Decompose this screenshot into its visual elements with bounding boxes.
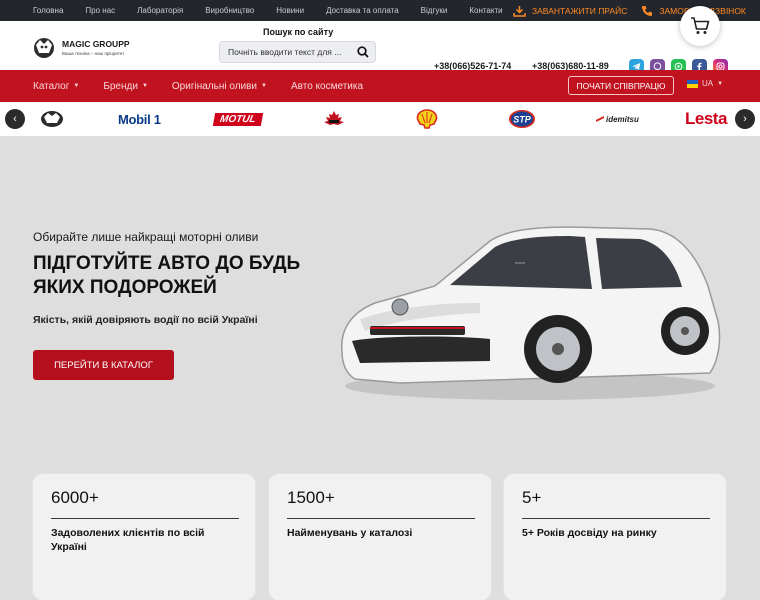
stat-card-clients: 6000+ Задоволених клієнтів по всій Украї…	[33, 474, 255, 600]
ukraine-flag-icon	[687, 79, 698, 88]
search-title: Пошук по сайту	[263, 27, 334, 37]
logo[interactable]: MAGIC GROUPP Ваша техніка – наш пріорите…	[31, 33, 146, 63]
brand-idemitsu[interactable]: idemitsu	[596, 110, 639, 128]
main-nav-bar: Каталог ▼ Бренди ▼ Оригінальні оливи ▼ Авто…	[0, 70, 760, 102]
top-bar: Головна Про нас Лабораторія Виробництво …	[0, 0, 760, 21]
search-box	[219, 41, 376, 63]
top-nav-delivery[interactable]: Доставка та оплата	[326, 6, 399, 15]
stat-number: 5+	[522, 488, 542, 507]
top-nav-home[interactable]: Головна	[33, 6, 63, 15]
stat-number: 6000+	[51, 488, 99, 507]
stat-card-catalog: 1500+ Найменувань у каталозі	[269, 474, 491, 600]
main-nav-catalog[interactable]: Каталог ▼	[33, 81, 79, 92]
chevron-down-icon: ▼	[261, 83, 267, 89]
main-nav-brands-label: Бренди	[103, 80, 138, 92]
top-nav-reviews[interactable]: Відгуки	[421, 6, 448, 15]
go-to-catalog-button[interactable]: ПЕРЕЙТИ В КАТАЛОГ	[33, 350, 174, 380]
stat-divider	[287, 518, 475, 519]
carousel-prev-button[interactable]: ‹	[5, 109, 25, 129]
phone-icon	[642, 5, 653, 16]
brand-idemitsu-label: idemitsu	[606, 114, 639, 124]
top-links: ЗАВАНТАЖИТИ ПРАЙС ЗАМОВИТИ ДЗВІНОК	[513, 0, 760, 21]
search-input[interactable]	[228, 45, 352, 59]
chevron-down-icon: ▼	[717, 80, 724, 87]
search-icon[interactable]	[357, 46, 369, 58]
hero-description: Якість, якій довіряють водії по всій Укр…	[33, 314, 258, 326]
top-nav-contacts[interactable]: Контакти	[469, 6, 502, 15]
stp-logo-icon: STP	[509, 110, 535, 128]
chevron-down-icon: ▼	[141, 83, 148, 89]
hero-section: Обирайте лише найкращі моторні оливи Під…	[0, 136, 760, 600]
brand-mobil[interactable]: Mobil 1	[118, 110, 161, 128]
start-cooperation-button[interactable]: ПОЧАТИ СПІВПРАЦЮ	[568, 76, 674, 95]
logo-emblem-icon	[34, 38, 54, 58]
brand-lesta[interactable]: Lesta	[685, 109, 727, 128]
stat-divider	[51, 518, 239, 519]
brand-shell[interactable]	[415, 109, 439, 129]
top-nav-about[interactable]: Про нас	[85, 6, 115, 15]
main-nav-brands[interactable]: Бренди ▼	[103, 81, 148, 92]
cart-icon	[691, 17, 710, 34]
svg-text:STP: STP	[513, 115, 532, 125]
stat-card-experience: 5+ 5+ Років досвіду на ринку	[504, 474, 726, 600]
top-nav: Головна Про нас Лабораторія Виробництво …	[33, 0, 525, 21]
main-nav-catalog-label: Каталог	[33, 80, 70, 92]
main-nav: Каталог ▼ Бренди ▼ Оригінальні оливи ▼ Авто…	[33, 70, 387, 102]
main-nav-original-oils[interactable]: Оригінальні оливи ▼	[172, 81, 267, 92]
main-nav-original-oils-label: Оригінальні оливи	[171, 80, 258, 92]
top-nav-news[interactable]: Новини	[276, 6, 304, 15]
brand-motul-label: MOTUL	[212, 112, 263, 126]
logo-name: MAGIC GROUPP	[62, 39, 130, 50]
top-nav-production[interactable]: Виробництво	[205, 6, 254, 15]
hero-title: Підготуйте авто до будь яких подорожей	[33, 253, 301, 298]
stat-text: Задоволених клієнтів по всій Україні	[51, 527, 205, 553]
header: MAGIC GROUPP Ваша техніка – наш пріорите…	[0, 21, 760, 74]
idemitsu-mark-icon	[596, 116, 604, 122]
brand-mahle[interactable]	[320, 110, 348, 128]
brands-carousel: ‹ Mobil 1 MOTUL STP idemitsu Lesta ›	[0, 102, 760, 137]
cart-button[interactable]	[680, 6, 720, 46]
stat-divider	[522, 518, 710, 519]
brand-magic-groupp[interactable]	[38, 110, 66, 128]
brand-stp[interactable]: STP	[508, 110, 536, 128]
language-label: UA	[702, 79, 714, 88]
logo-tagline: Ваша техніка – наш пріоритет	[62, 50, 125, 56]
carousel-next-button[interactable]: ›	[735, 109, 755, 129]
stat-text: 5+ Років досвіду на ринку	[522, 527, 657, 539]
top-nav-laboratory[interactable]: Лабораторія	[137, 6, 183, 15]
stat-number: 1500+	[287, 488, 335, 507]
chevron-down-icon: ▼	[73, 83, 80, 89]
stat-text: Найменувань у каталозі	[287, 527, 413, 539]
hero-subtitle: Обирайте лише найкращі моторні оливи	[33, 230, 259, 244]
magic-groupp-logo-icon	[41, 111, 63, 127]
car-image	[341, 226, 721, 400]
download-price-link[interactable]: ЗАВАНТАЖИТИ ПРАЙС	[513, 5, 627, 17]
download-price-label: ЗАВАНТАЖИТИ ПРАЙС	[532, 5, 628, 16]
main-nav-car-cosmetics-label: Авто косметика	[290, 80, 364, 92]
maple-leaf-logo-icon	[324, 111, 344, 125]
download-icon	[513, 5, 526, 17]
brand-motul[interactable]: MOTUL	[212, 110, 263, 128]
shell-logo-icon	[416, 109, 438, 129]
language-selector[interactable]: UA ▼	[687, 79, 723, 88]
main-nav-car-cosmetics[interactable]: Авто косметика	[291, 81, 363, 92]
